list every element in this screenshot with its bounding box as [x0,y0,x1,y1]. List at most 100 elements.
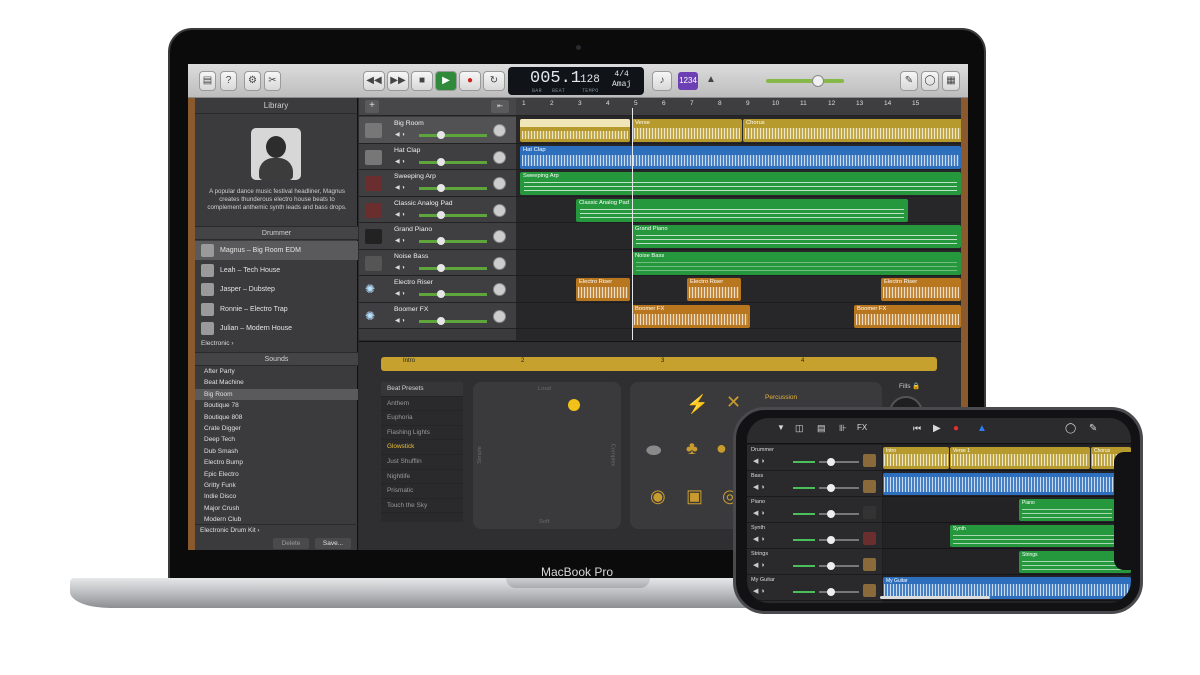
track-volume-slider[interactable] [419,184,487,192]
region-bass[interactable] [883,473,1131,495]
track-header[interactable]: Hat Clap ◀ ◑ [359,143,516,170]
region-chorus[interactable]: Chorus [743,119,961,142]
track-volume-slider[interactable] [419,131,487,139]
region-classic-analog-pad[interactable]: Classic Analog Pad [576,198,908,222]
sound-item[interactable]: Indie Disco [195,491,358,502]
mute-solo-icons[interactable]: ◀ ◑ [753,587,765,595]
wrench-icon[interactable]: ✎ [1089,423,1097,434]
iphone-track-header[interactable]: Drummer ◀ ◑ [747,445,882,471]
rewind-button[interactable]: ⏮ [913,423,921,434]
tuner-icon[interactable]: ♪ [652,71,672,91]
iphone-track-header[interactable]: Piano ◀ ◑ [747,497,882,523]
preset-item[interactable]: Touch the Sky [381,499,463,514]
lcd-display[interactable]: 005.1 128 4/4 Amaj BAR BEAT TEMPO [508,67,644,95]
region-boomer-fx[interactable]: Boomer FX [632,304,750,328]
mute-solo-icons[interactable]: ◀ ◑ [753,457,765,465]
pan-knob[interactable] [493,283,506,296]
region-piano[interactable]: Piano [1019,499,1115,521]
gong-icon[interactable]: ◉ [650,486,666,507]
iphone-track-header[interactable]: Bass ◀ ◑ [747,471,882,497]
sound-item[interactable]: After Party [195,366,358,377]
mute-solo-icons[interactable]: ◀ ◑ [395,237,405,244]
preset-item[interactable]: Just Shufflin [381,455,463,470]
pan-knob[interactable] [493,256,506,270]
pan-knob[interactable] [493,230,506,243]
genre-selector[interactable]: Electronic › [201,340,234,347]
cycle-button[interactable]: ↻ [483,71,505,91]
region-electro-riser[interactable]: Electro Riser [881,278,961,301]
drummer-item[interactable]: Ronnie – Electro Trap [195,300,358,319]
pad-puck[interactable] [568,399,580,411]
master-volume-slider[interactable] [766,75,844,87]
region-synth[interactable]: Synth [950,525,1131,547]
track-header[interactable]: Big Room ◀ ◑ [359,117,516,144]
iphone-track-header[interactable]: Strings ◀ ◑ [747,549,882,575]
sound-item[interactable]: Boutique 78 [195,400,358,411]
record-button[interactable]: ● [459,71,481,91]
track-header[interactable]: ✺ Electro Riser ◀ ◑ [359,276,516,303]
mute-solo-icons[interactable]: ◀ ◑ [395,131,405,138]
mute-solo-icons[interactable]: ◀ ◑ [395,184,405,191]
notepad-icon[interactable]: ✎ [900,71,918,91]
playhead[interactable] [632,108,633,340]
add-track-button[interactable]: + [365,100,379,113]
catch-playhead-icon[interactable]: ⇤ [491,100,509,113]
maraca-icon[interactable]: ♣ [686,438,698,459]
eq-icon[interactable]: ⊪ [839,423,847,434]
mute-solo-icons[interactable]: ◀ ◑ [395,290,405,297]
smart-controls-button[interactable]: ⚙ [244,71,261,91]
track-header[interactable]: Noise Bass ◀ ◑ [359,249,516,276]
track-volume-slider[interactable] [819,562,859,570]
region-intro[interactable]: Intro [883,447,949,469]
play-button[interactable]: ▶ [435,71,457,91]
preset-item-selected[interactable]: Glowstick [381,440,463,455]
pan-knob[interactable] [493,150,506,164]
crossed-sticks-icon[interactable]: ✕ [726,392,741,413]
mute-solo-icons[interactable]: ◀ ◑ [395,158,405,165]
sound-item[interactable]: Epic Electro [195,469,358,480]
tracks-view-icon[interactable]: ◫ [795,423,804,434]
track-volume-slider[interactable] [819,536,859,544]
complexity-loudness-pad[interactable]: Loud Soft Simple Complex [473,382,621,529]
sound-item[interactable]: Gritty Funk [195,480,358,491]
track-header[interactable]: ✺ Boomer FX ◀ ◑ [359,302,516,329]
sound-item[interactable]: Beat Machine [195,377,358,388]
mute-solo-icons[interactable]: ◀ ◑ [753,561,765,569]
region-intro[interactable]: Intro [520,119,630,142]
track-volume-slider[interactable] [419,157,487,166]
sound-item[interactable]: Major Crush [195,503,358,514]
drummer-item[interactable]: Julian – Modern House [195,319,358,338]
region-electro-riser[interactable]: Electro Riser [687,278,741,301]
track-volume-slider[interactable] [419,316,487,325]
timeline-ruler[interactable]: 1 2 3 4 5 6 7 8 9 10 11 12 13 14 15 [516,98,961,116]
mute-solo-icons[interactable]: ◀ ◑ [395,317,405,324]
delete-button[interactable]: Delete [273,538,309,549]
record-button[interactable]: ● [953,423,959,434]
snare-icon[interactable]: ▣ [686,486,703,507]
pan-knob[interactable] [493,203,506,217]
track-volume-slider[interactable] [419,237,487,245]
track-header[interactable]: Grand Piano ◀ ◑ [359,223,516,250]
region-verse[interactable]: Verse 1 [950,447,1090,469]
sound-item[interactable]: Dub Smash [195,446,358,457]
region-electro-riser[interactable]: Electro Riser [576,278,630,301]
track-volume-slider[interactable] [819,588,859,596]
track-volume-slider[interactable] [419,210,487,219]
preset-item[interactable]: Euphoria [381,411,463,426]
cymbal-icon[interactable]: ⬬ [646,440,661,461]
track-header[interactable]: Classic Analog Pad ◀ ◑ [359,196,516,223]
stop-button[interactable]: ■ [411,71,433,91]
loop-browser-icon[interactable]: ◯ [1065,423,1076,434]
track-volume-slider[interactable] [419,263,487,272]
chevron-down-icon[interactable]: ▼ [777,423,785,432]
loop-browser-icon[interactable]: ◯ [921,71,939,91]
mute-solo-icons[interactable]: ◀ ◑ [753,535,765,543]
help-button[interactable]: ? [220,71,237,91]
volume-knob[interactable] [812,75,824,87]
iphone-track-header[interactable]: Synth ◀ ◑ [747,523,882,549]
pan-knob[interactable] [493,177,506,190]
shaker-icon[interactable]: ● [716,438,727,459]
save-button[interactable]: Save... [315,538,351,549]
sound-item[interactable]: Boutique 808 [195,412,358,423]
region-verse[interactable]: Verse [632,119,742,142]
